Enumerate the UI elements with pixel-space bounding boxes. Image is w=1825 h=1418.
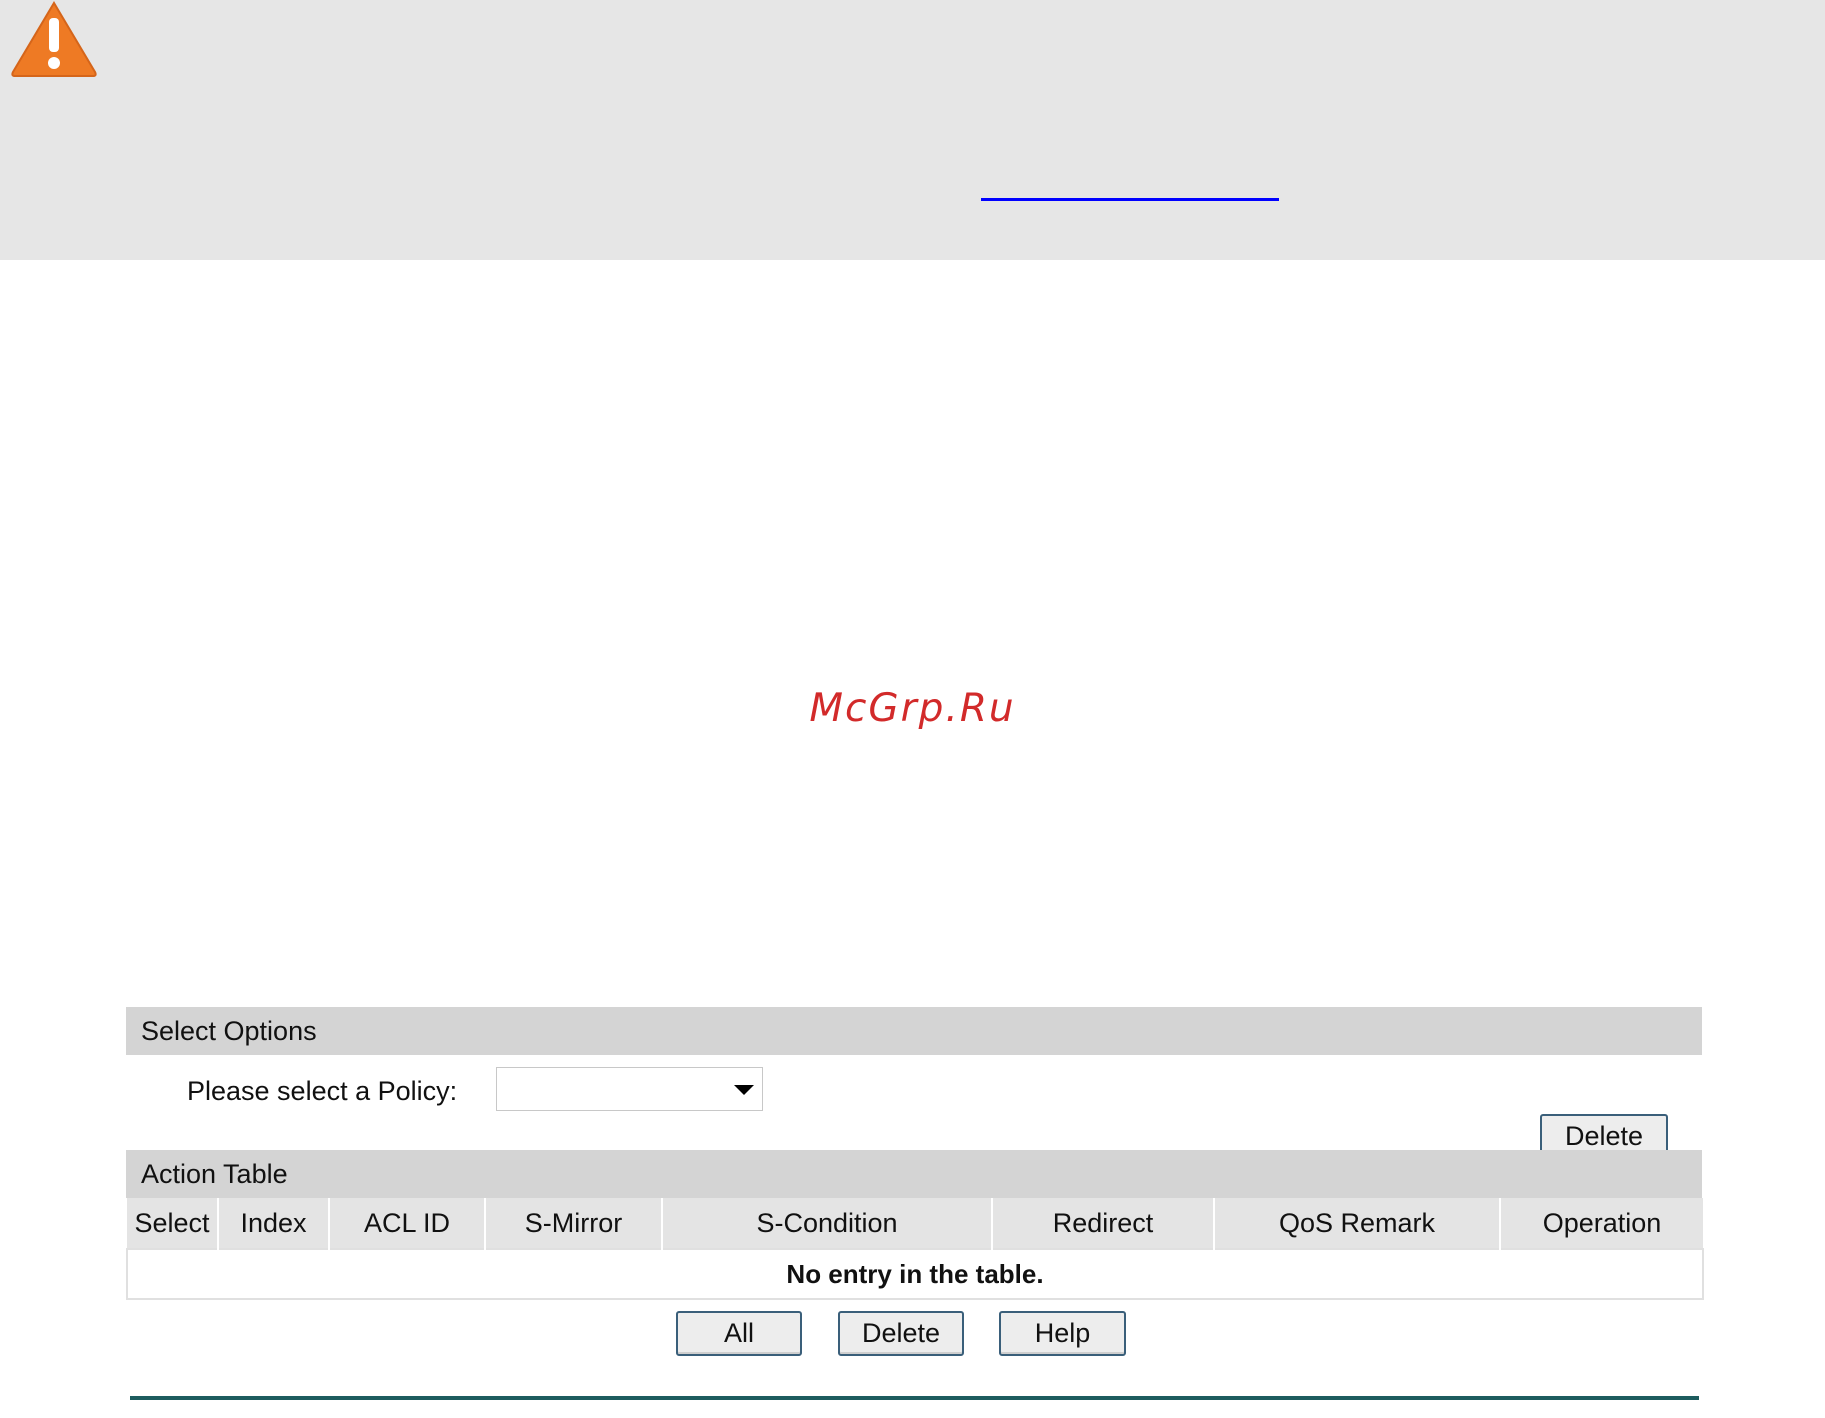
note-link[interactable] — [981, 198, 1279, 201]
table-header-row: Select Index ACL ID S-Mirror S-Condition… — [127, 1198, 1703, 1249]
column-header-s-mirror: S-Mirror — [485, 1198, 663, 1249]
table-row: No entry in the table. — [126, 1248, 1704, 1300]
column-header-select: Select — [127, 1198, 219, 1249]
column-header-s-condition: S-Condition — [662, 1198, 993, 1249]
policy-row: Please select a Policy: Delete — [126, 1055, 1702, 1159]
column-header-redirect: Redirect — [992, 1198, 1215, 1249]
action-table-panel: Action Table Select Index ACL ID S-Mirro… — [126, 1150, 1704, 1300]
warning-icon — [11, 1, 97, 77]
column-header-qos-remark: QoS Remark — [1214, 1198, 1501, 1249]
column-header-index: Index — [218, 1198, 330, 1249]
policy-select[interactable] — [496, 1067, 763, 1111]
chevron-down-icon — [734, 1085, 754, 1095]
help-button[interactable]: Help — [999, 1311, 1126, 1356]
delete-button[interactable]: Delete — [838, 1311, 964, 1356]
select-options-panel: Select Options Please select a Policy: D… — [126, 1007, 1702, 1159]
column-header-acl-id: ACL ID — [329, 1198, 486, 1249]
select-all-button[interactable]: All — [676, 1311, 802, 1356]
watermark: McGrp.Ru — [809, 686, 1016, 731]
note-box — [0, 0, 1825, 260]
policy-label: Please select a Policy: — [187, 1076, 458, 1106]
action-table: Select Index ACL ID S-Mirror S-Condition… — [126, 1198, 1704, 1300]
action-table-header: Action Table — [126, 1150, 1702, 1198]
empty-table-message: No entry in the table. — [126, 1248, 1704, 1300]
column-header-operation: Operation — [1500, 1198, 1703, 1249]
bottom-divider — [130, 1396, 1699, 1400]
select-options-header: Select Options — [126, 1007, 1702, 1055]
